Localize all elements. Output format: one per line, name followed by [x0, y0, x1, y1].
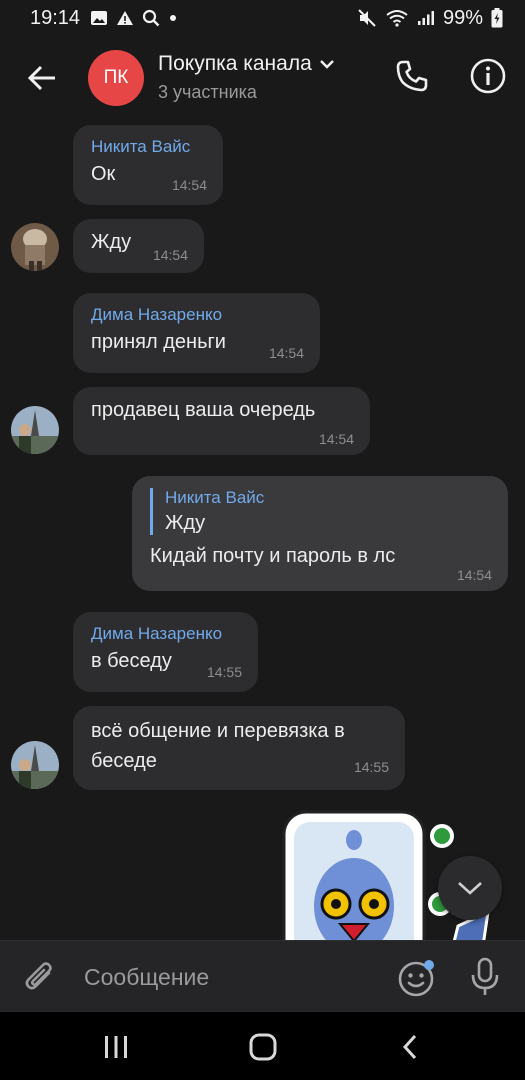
back-button[interactable]	[22, 58, 62, 98]
message-text-line2: беседе	[91, 750, 157, 772]
user-avatar[interactable]	[11, 741, 59, 789]
message-composer: Сообщение	[0, 940, 525, 1012]
home-icon	[249, 1033, 277, 1061]
chat-avatar[interactable]: ПК	[88, 50, 144, 106]
signal-icon	[417, 11, 434, 25]
message-bubble[interactable]: Никита Вайс Ок 14:54	[73, 125, 223, 205]
chevron-down-icon	[319, 60, 334, 69]
alert-icon	[117, 11, 134, 25]
info-icon	[470, 58, 506, 94]
message-bubble[interactable]: всё общение и перевязка в беседе 14:55	[73, 706, 405, 790]
status-time: 19:14	[30, 6, 81, 29]
gallery-icon	[91, 11, 108, 25]
message-author[interactable]: Дима Назаренко	[91, 624, 240, 644]
system-nav-bar	[0, 1012, 525, 1080]
message-bubble[interactable]: Жду 14:54	[73, 219, 204, 273]
battery-icon	[491, 8, 503, 28]
message-author[interactable]: Никита Вайс	[91, 137, 205, 157]
smile-icon	[398, 960, 434, 997]
reply-author: Никита Вайс	[165, 488, 265, 507]
scroll-down-button[interactable]	[438, 856, 502, 920]
chat-title: Покупка канала	[158, 52, 312, 75]
message-bubble-outgoing[interactable]: Никита Вайс Жду Кидай почту и пароль в л…	[132, 476, 508, 591]
chat-title-area[interactable]: Покупка канала 3 участника	[158, 52, 334, 103]
microphone-icon	[471, 957, 499, 995]
message-bubble[interactable]: продавец ваша очередь 14:54	[73, 387, 370, 455]
dot-icon	[170, 15, 177, 21]
recents-button[interactable]	[98, 1032, 134, 1062]
paperclip-icon	[25, 962, 52, 990]
user-avatar[interactable]	[11, 223, 59, 271]
mute-icon	[358, 9, 376, 27]
message-bubble[interactable]: Дима Назаренко принял деньги 14:54	[73, 293, 320, 373]
microphone-button[interactable]	[464, 955, 506, 999]
search-icon	[142, 9, 160, 27]
chat-title-row[interactable]: Покупка канала	[158, 52, 334, 76]
chat-subtitle: 3 участника	[158, 82, 257, 102]
arrow-left-icon	[27, 65, 55, 91]
message-time: 14:54	[152, 247, 188, 263]
reply-quote[interactable]: Никита Вайс Жду	[150, 488, 490, 535]
message-time: 14:55	[206, 664, 242, 680]
recents-icon	[105, 1036, 127, 1058]
message-input[interactable]: Сообщение	[84, 957, 384, 997]
call-button[interactable]	[392, 56, 432, 96]
message-text: продавец ваша очередь	[91, 399, 316, 421]
chevron-left-icon	[402, 1034, 417, 1060]
message-time: 14:54	[171, 177, 207, 193]
message-author[interactable]: Дима Назаренко	[91, 305, 302, 325]
reply-text: Жду	[165, 512, 206, 534]
message-text-line1: всё общение и перевязка в	[91, 720, 345, 742]
status-bar: 19:14 99%	[0, 0, 525, 36]
phone-icon	[396, 60, 428, 92]
message-time: 14:55	[353, 759, 389, 775]
wifi-icon	[386, 10, 408, 27]
message-time: 14:54	[268, 345, 304, 361]
home-button[interactable]	[244, 1030, 282, 1064]
emoji-button[interactable]	[396, 957, 438, 999]
message-time: 14:54	[318, 431, 354, 447]
battery-percent: 99%	[442, 6, 483, 29]
message-bubble[interactable]: Дима Назаренко в беседу 14:55	[73, 612, 258, 692]
attach-button[interactable]	[20, 957, 60, 997]
info-button[interactable]	[468, 56, 508, 96]
chevron-down-icon	[458, 882, 482, 895]
message-text: Кидай почту и пароль в лс	[150, 545, 396, 567]
message-time: 14:54	[456, 567, 492, 583]
user-avatar[interactable]	[11, 406, 59, 454]
nav-back-button[interactable]	[392, 1030, 428, 1064]
chat-header: ПК Покупка канала 3 участника	[0, 36, 525, 120]
